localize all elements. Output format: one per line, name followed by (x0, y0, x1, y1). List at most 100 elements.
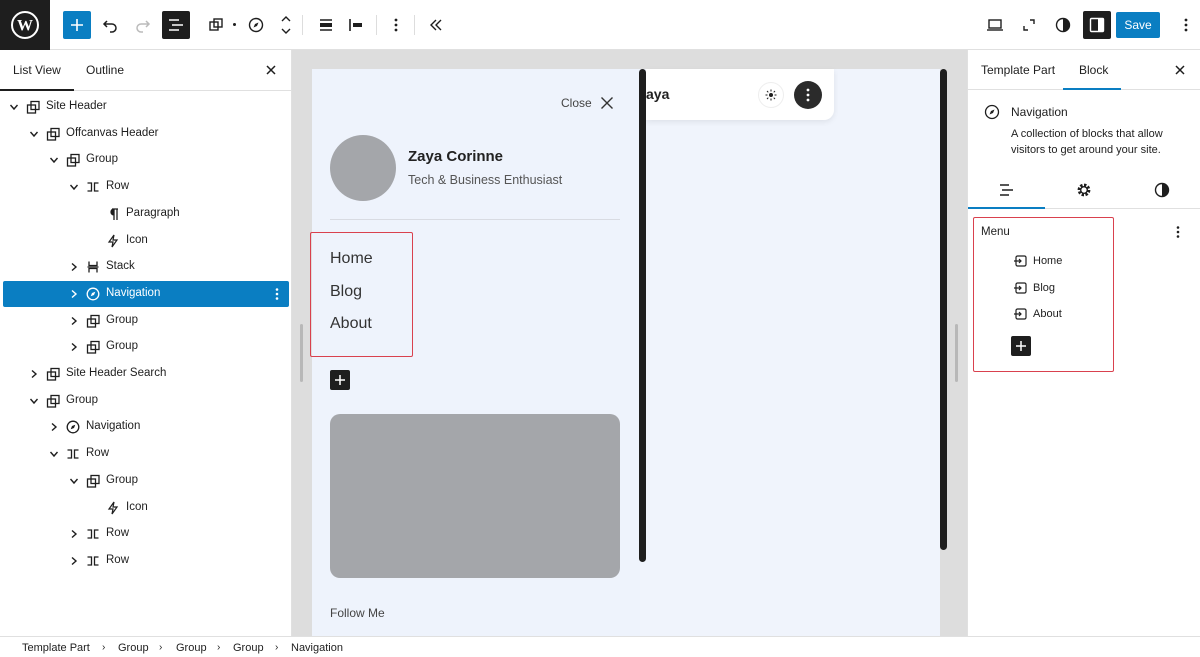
chevron-down-icon[interactable] (49, 155, 59, 165)
navigation-block-button[interactable] (242, 11, 270, 39)
row-icon (87, 182, 99, 192)
site-header-card: aya (646, 69, 834, 120)
tree-item-stack[interactable]: Stack (3, 254, 289, 280)
chevron-down-icon[interactable] (29, 396, 39, 406)
tab-template-part[interactable]: Template Part (981, 63, 1055, 77)
align-left-icon (349, 19, 362, 31)
menu-item-about[interactable]: About (1013, 308, 1062, 320)
chevron-right-icon[interactable] (49, 422, 59, 432)
add-block-button[interactable] (63, 11, 91, 39)
chevron-right-icon[interactable] (69, 342, 79, 352)
breadcrumb-item-current: Navigation (291, 642, 343, 654)
resize-handle-left[interactable] (300, 324, 303, 382)
tab-list-view[interactable]: List View (0, 63, 74, 91)
tree-item-row[interactable]: Row (3, 548, 289, 574)
collapse-toolbar-button[interactable] (422, 11, 450, 39)
more-options-button[interactable] (1172, 11, 1200, 39)
nav-item-about[interactable]: About (330, 315, 372, 333)
settings-sidebar-button[interactable] (1083, 11, 1111, 39)
chevron-down-icon[interactable] (69, 182, 79, 192)
paragraph-icon (110, 208, 118, 220)
wordpress-logo[interactable]: W (0, 0, 50, 50)
tree-item-group[interactable]: Group (3, 147, 289, 173)
tree-item-site-header[interactable]: Site Header (3, 94, 289, 120)
add-block-button[interactable] (330, 370, 350, 390)
tree-item-row[interactable]: Row (3, 174, 289, 200)
compass-icon (66, 420, 80, 434)
contrast-icon[interactable] (1154, 182, 1170, 198)
image-placeholder[interactable] (330, 414, 620, 578)
breadcrumb-item[interactable]: Group (176, 642, 207, 654)
tree-item-paragraph[interactable]: Paragraph (3, 201, 289, 227)
tree-item-group[interactable]: Group (3, 308, 289, 334)
tab-outline[interactable]: Outline (86, 63, 124, 77)
nav-item-home[interactable]: Home (330, 250, 373, 268)
site-title[interactable]: aya (646, 86, 669, 102)
move-up-down-button[interactable] (272, 11, 300, 39)
tree-item-site-header-search[interactable]: Site Header Search (3, 361, 289, 387)
chevron-right-icon[interactable] (69, 316, 79, 326)
more-vertical-icon[interactable] (1176, 226, 1180, 238)
breadcrumb-item[interactable]: Template Part (22, 642, 90, 654)
chevron-down-icon[interactable] (9, 102, 19, 112)
header-menu-button[interactable] (794, 81, 822, 109)
theme-toggle-button[interactable] (758, 82, 784, 108)
document-overview-button[interactable] (162, 11, 190, 39)
tree-item-group[interactable]: Group (3, 468, 289, 494)
chevron-right-icon[interactable] (69, 529, 79, 539)
close-icon[interactable] (1174, 64, 1186, 76)
chevron-right-icon[interactable] (69, 556, 79, 566)
tree-item-navigation[interactable]: Navigation (3, 414, 289, 440)
justify-button[interactable] (312, 11, 340, 39)
styles-button[interactable] (1049, 11, 1077, 39)
tree-item-icon[interactable]: Icon (3, 228, 289, 254)
tree-item-icon[interactable]: Icon (3, 495, 289, 521)
block-options-button[interactable] (382, 11, 410, 39)
close-icon[interactable] (264, 63, 278, 77)
chevron-right-icon[interactable] (69, 262, 79, 272)
compass-icon (86, 287, 100, 301)
tab-block[interactable]: Block (1079, 63, 1108, 77)
undo-icon (102, 20, 117, 33)
block-description: A collection of blocks that allow visito… (1011, 128, 1163, 156)
undo-button[interactable] (96, 11, 124, 39)
wordpress-icon: W (11, 11, 39, 39)
view-fullscreen-button[interactable] (1015, 11, 1043, 39)
device-preview-button[interactable] (981, 11, 1009, 39)
scrollbar[interactable] (639, 69, 646, 562)
tree-item-navigation[interactable]: Navigation (3, 280, 289, 307)
nav-item-blog[interactable]: Blog (330, 283, 362, 301)
menu-item-blog[interactable]: Blog (1013, 282, 1055, 294)
tree-item-group[interactable]: Group (3, 388, 289, 414)
redo-button[interactable] (129, 11, 157, 39)
add-menu-item-button[interactable] (1011, 336, 1031, 356)
tree-item-row[interactable]: Row (3, 521, 289, 547)
scrollbar[interactable] (940, 69, 947, 550)
chevron-down-icon[interactable] (69, 476, 79, 486)
chevron-right-icon[interactable] (29, 369, 39, 379)
plus-icon (1016, 341, 1026, 351)
tree-item-group[interactable]: Group (3, 334, 289, 360)
vertical-align-button[interactable] (342, 11, 370, 39)
list-view-icon (169, 19, 183, 31)
close-button[interactable]: Close (561, 96, 614, 110)
tree-item-row[interactable]: Row (3, 441, 289, 467)
avatar (330, 135, 396, 201)
chevron-down-icon[interactable] (49, 449, 59, 459)
save-button[interactable]: Save (1116, 12, 1160, 38)
tree-item-offcanvas-header[interactable]: Offcanvas Header (3, 121, 289, 147)
more-vertical-icon[interactable] (275, 288, 279, 300)
resize-handle-right[interactable] (955, 324, 958, 382)
chevron-down-icon[interactable] (29, 129, 39, 139)
gear-icon[interactable] (1076, 182, 1092, 198)
breadcrumb-item[interactable]: Group (233, 642, 264, 654)
block-type-button[interactable] (202, 11, 230, 39)
chevron-right-icon[interactable] (69, 289, 79, 299)
breadcrumb-item[interactable]: Group (118, 642, 149, 654)
menu-item-home[interactable]: Home (1013, 255, 1062, 267)
menu-item-label: Home (1033, 255, 1063, 267)
page-link-icon (1014, 308, 1027, 320)
tree-item-label: Row (106, 180, 130, 193)
bolt-icon (107, 234, 119, 247)
list-view-icon[interactable] (999, 183, 1015, 197)
